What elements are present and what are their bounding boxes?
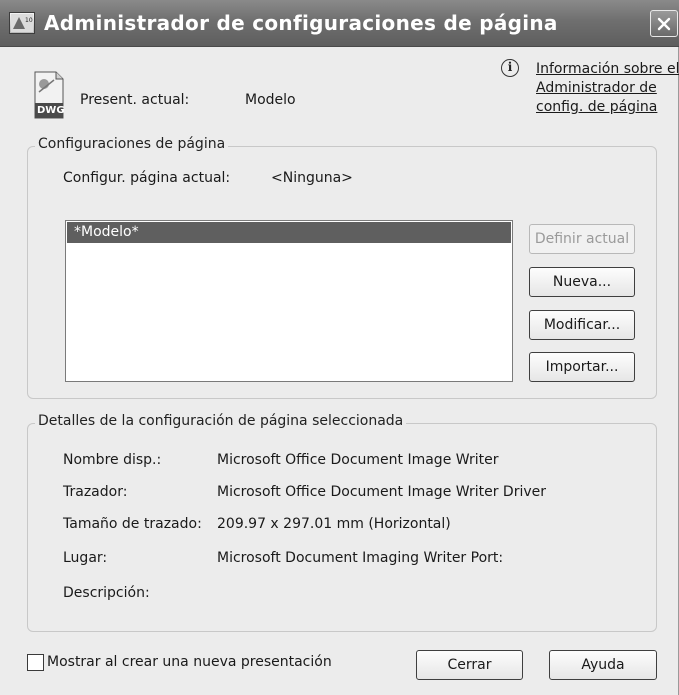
page-setups-group-title: Configuraciones de página [35,136,229,152]
page-setup-help-link[interactable]: Información sobre el Administrador de co… [536,60,679,117]
current-layout-label: Present. actual: [80,92,190,108]
show-on-create-checkbox[interactable] [27,654,44,671]
title-bar[interactable]: 10 Administrador de configuraciones de p… [0,0,679,47]
list-item[interactable]: *Modelo* [67,222,511,243]
svg-text:10: 10 [25,17,33,24]
page-setup-manager-dialog: 10 Administrador de configuraciones de p… [0,0,679,695]
close-button[interactable] [650,10,678,37]
modify-button[interactable]: Modificar... [529,310,635,340]
location-label: Lugar: [63,550,108,566]
show-on-create-label[interactable]: Mostrar al crear una nueva presentación [47,654,332,670]
new-button[interactable]: Nueva... [529,267,635,297]
details-group-title: Detalles de la configuración de página s… [35,413,407,429]
close-icon [657,17,671,30]
window-title: Administrador de configuraciones de pági… [44,11,558,35]
dwg-file-icon: DWG [34,70,65,120]
import-button[interactable]: Importar... [529,352,635,382]
help-button[interactable]: Ayuda [549,650,657,680]
plotter-label: Trazador: [63,484,128,500]
autocad-app-icon: 10 [9,12,35,34]
dwg-icon-label: DWG [37,105,65,116]
device-name-label: Nombre disp.: [63,452,162,468]
close-dialog-button[interactable]: Cerrar [416,650,523,680]
location-value: Microsoft Document Imaging Writer Port: [217,550,504,566]
current-layout-value: Modelo [245,92,296,108]
page-setups-list[interactable]: *Modelo* [65,220,513,382]
set-current-button[interactable]: Definir actual [529,224,635,254]
plotter-value: Microsoft Office Document Image Writer D… [217,484,546,500]
current-setup-label: Configur. página actual: [63,170,231,186]
info-icon: i [501,59,519,77]
plot-size-value: 209.97 x 297.01 mm (Horizontal) [217,516,451,532]
plot-size-label: Tamaño de trazado: [63,516,202,532]
description-label: Descripción: [63,585,150,601]
current-setup-value: <Ninguna> [271,170,353,186]
device-name-value: Microsoft Office Document Image Writer [217,452,499,468]
